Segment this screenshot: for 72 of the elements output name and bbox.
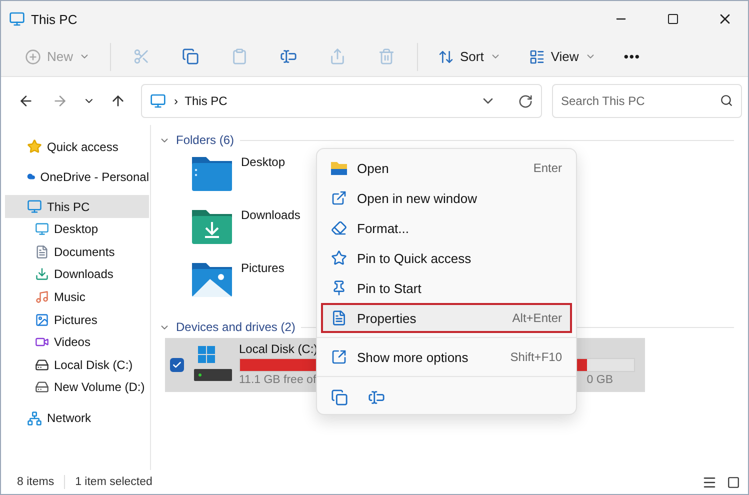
monitor-icon [27, 199, 42, 214]
drive-icon [35, 380, 49, 394]
menu-item[interactable]: Pin to Quick access [321, 243, 572, 273]
sidebar-item[interactable]: Documents [5, 240, 149, 264]
folder-icon [331, 161, 347, 175]
check-icon [172, 360, 182, 370]
tiles-view-icon[interactable] [727, 476, 740, 488]
drive-space: 11.1 GB free of [239, 374, 316, 386]
folder-name[interactable]: Pictures [241, 261, 284, 275]
sidebar-item[interactable]: This PC [5, 195, 149, 218]
list-icon [528, 48, 545, 64]
details-view-icon[interactable] [702, 474, 717, 490]
search-field[interactable]: Search This PC [552, 84, 742, 118]
eraser-icon [331, 220, 347, 236]
sidebar-item[interactable]: Downloads [5, 263, 149, 286]
menu-item[interactable]: Properties Alt+Enter [321, 303, 572, 333]
sidebar-item[interactable]: Local Disk (C:) [5, 354, 149, 376]
star-icon [331, 250, 347, 266]
section-title: Folders (6) [176, 133, 234, 147]
copy-icon[interactable] [331, 389, 348, 406]
sidebar-item[interactable]: Desktop [5, 218, 149, 241]
rename-icon [280, 48, 298, 65]
drive-space: 0 GB [586, 374, 613, 386]
desktop-icon [35, 222, 49, 236]
clipboard-icon [231, 48, 248, 65]
menu-item[interactable]: Open in new window [321, 183, 572, 213]
plus-circle-icon [25, 48, 41, 64]
network-icon [27, 410, 42, 426]
copy-icon [182, 48, 200, 65]
address-bar[interactable]: › This PC [141, 84, 542, 118]
music-icon [35, 290, 49, 304]
search-icon [720, 94, 733, 107]
monitor-icon [150, 93, 166, 109]
monitor-icon [9, 11, 25, 27]
sort-arrows-icon [438, 48, 454, 64]
menu-item[interactable]: Format... [321, 213, 572, 243]
sidebar-item[interactable]: New Volume (D:) [5, 376, 149, 399]
item-count: 8 items [17, 476, 54, 488]
folder-name[interactable]: Desktop [241, 155, 286, 169]
sidebar-item[interactable]: Network [5, 406, 149, 430]
folder-name[interactable]: Downloads [241, 208, 300, 222]
pin-icon [331, 280, 347, 296]
checkbox[interactable] [170, 358, 184, 372]
sidebar-item[interactable]: Pictures [5, 308, 149, 331]
drive-icon [35, 358, 49, 372]
selection-status: 1 item selected [75, 476, 154, 488]
picture-icon [35, 312, 49, 327]
sidebar-item[interactable]: Videos [5, 330, 149, 354]
window-title: This PC [31, 12, 78, 26]
toolbar-button[interactable]: View [516, 40, 608, 72]
document-icon [35, 244, 49, 259]
toolbar-button[interactable]: Sort [426, 40, 513, 72]
menu-item[interactable]: Show more options Shift+F10 [321, 342, 572, 372]
refresh-icon[interactable] [518, 94, 533, 108]
menu-item[interactable]: Pin to Start [321, 273, 572, 303]
maximize-icon [667, 13, 679, 25]
trash-icon [378, 48, 396, 65]
address-path: › This PC [174, 94, 228, 108]
more-button[interactable]: ••• [612, 40, 652, 72]
section-title: Devices and drives (2) [176, 320, 296, 334]
sidebar-item[interactable]: Quick access [5, 135, 149, 158]
properties-icon [331, 310, 347, 326]
download-icon [35, 267, 49, 282]
share-icon [329, 48, 346, 65]
sidebar-item[interactable]: OneDrive - Personal [5, 165, 149, 188]
scissors-icon [133, 48, 150, 65]
rename-icon[interactable] [368, 389, 385, 406]
menu-item[interactable]: Open Enter [321, 153, 572, 183]
star-icon [27, 139, 42, 154]
sidebar-item[interactable]: Music [5, 286, 149, 308]
external-link-icon [331, 349, 347, 365]
external-link-icon [331, 190, 347, 206]
